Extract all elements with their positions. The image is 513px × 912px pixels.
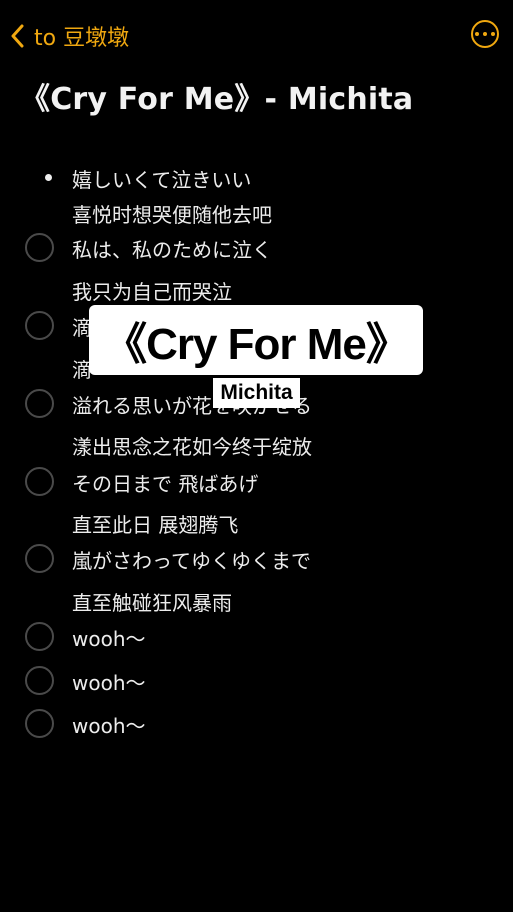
item-text: 嵐がさわってゆくゆくまで (72, 549, 311, 573)
item-translation: 漾出思念之花如今终于绽放 (72, 435, 312, 459)
back-button[interactable]: to 豆墩墩 (0, 14, 129, 58)
artist-overlay: Michita (213, 378, 300, 408)
list-item: その日まで 飛ばあげ (0, 466, 513, 496)
checkbox-circle-icon[interactable] (25, 709, 54, 738)
item-text: wooh～ (72, 714, 146, 738)
item-translation: 直至触碰狂风暴雨 (72, 591, 232, 615)
song-title-overlay: 《Cry For Me》 (89, 305, 423, 375)
item-text: その日まで 飛ばあげ (72, 472, 259, 496)
more-options-icon[interactable] (471, 20, 499, 48)
checkbox-circle-icon[interactable] (25, 311, 54, 340)
item-text: wooh～ (72, 671, 146, 695)
note-title: 《Cry For Me》- Michita (20, 82, 414, 117)
checkbox-circle-icon[interactable] (25, 544, 54, 573)
item-translation: 喜悦时想哭便随他去吧 (72, 203, 272, 227)
chevron-left-icon (0, 14, 34, 58)
top-bar: to 豆墩墩 (0, 14, 513, 58)
checkbox-circle-icon[interactable] (25, 389, 54, 418)
bullet-icon (45, 174, 52, 181)
list-item: 嬉しいくて泣きいい (0, 162, 513, 192)
item-text: wooh～ (72, 627, 146, 651)
checkbox-circle-icon[interactable] (25, 467, 54, 496)
list-item: 嵐がさわってゆくゆくまで (0, 543, 513, 573)
checkbox-circle-icon[interactable] (25, 233, 54, 262)
checkbox-circle-icon[interactable] (25, 666, 54, 695)
item-text: 嬉しいくて泣きいい (72, 168, 252, 192)
item-text: 私は、私のために泣く (72, 238, 272, 262)
item-translation: 直至此日 展翅腾飞 (72, 513, 239, 537)
item-translation: 我只为自己而哭泣 (72, 280, 232, 304)
list-item: 私は、私のために泣く (0, 232, 513, 262)
checkbox-circle-icon[interactable] (25, 622, 54, 651)
list-item: wooh～ (0, 708, 513, 738)
back-label: to 豆墩墩 (34, 26, 130, 51)
list-item: wooh～ (0, 621, 513, 651)
list-item: wooh～ (0, 665, 513, 695)
